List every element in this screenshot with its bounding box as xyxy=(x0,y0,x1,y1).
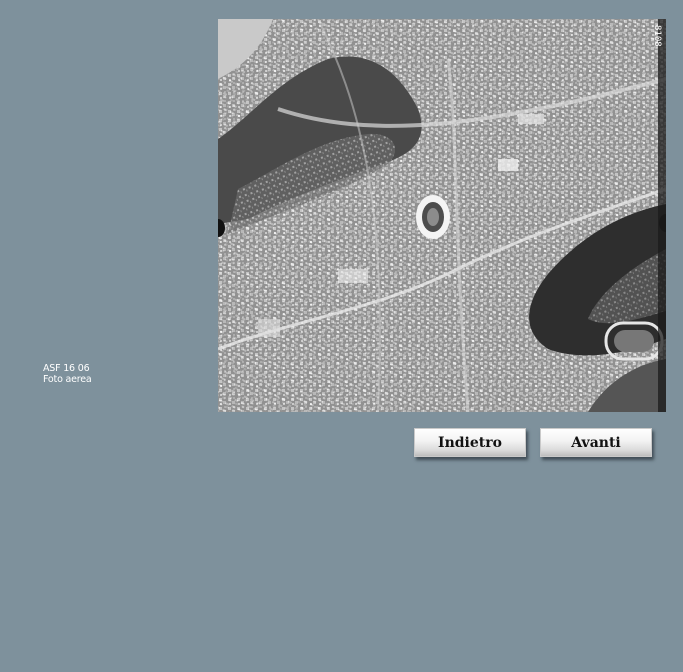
frame-number: 8108 xyxy=(652,25,662,47)
aerial-photo: 8108 xyxy=(218,19,666,412)
next-button[interactable]: Avanti xyxy=(540,428,652,457)
photo-caption: ASF 16 06 Foto aerea xyxy=(43,363,92,385)
caption-description: Foto aerea xyxy=(43,374,92,385)
back-button[interactable]: Indietro xyxy=(414,428,526,457)
caption-code: ASF 16 06 xyxy=(43,363,90,374)
